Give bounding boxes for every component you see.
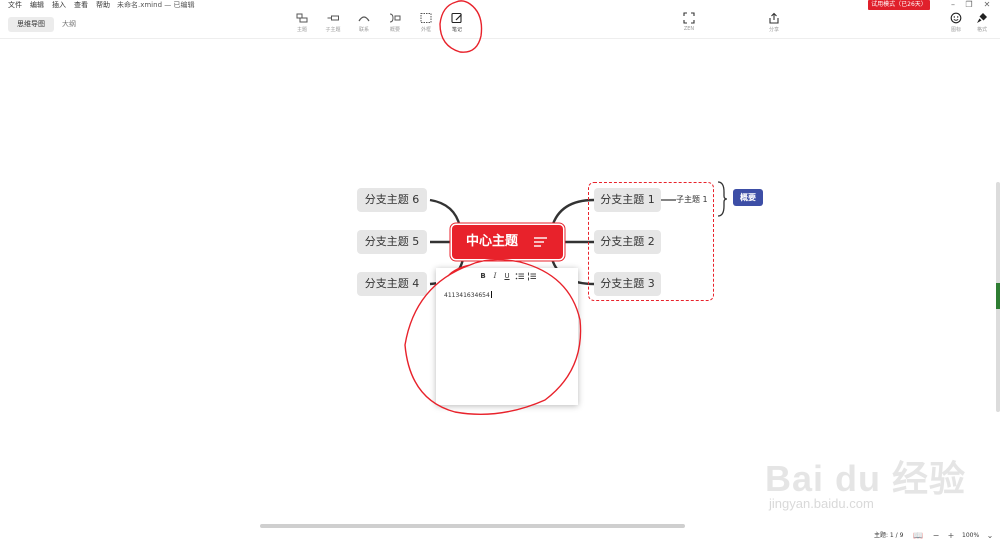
format-panel-button[interactable]: 格式	[967, 12, 997, 38]
share-button[interactable]: 分享	[759, 12, 789, 38]
zen-button[interactable]: ZEN	[674, 12, 704, 38]
branch-topic-2[interactable]: 分支主题 2	[594, 230, 661, 254]
note-indicator-icon[interactable]	[534, 236, 547, 248]
menu-edit[interactable]: 编辑	[30, 0, 44, 10]
note-edit-icon	[451, 12, 462, 24]
branch-topic-3[interactable]: 分支主题 3	[594, 272, 661, 296]
relationship-label: 联系	[358, 27, 369, 33]
menu-file[interactable]: 文件	[8, 0, 22, 10]
bullet-list-icon[interactable]	[515, 272, 525, 281]
branch-topic-4[interactable]: 分支主题 4	[357, 272, 427, 296]
emoji-icon	[950, 12, 962, 24]
subtopic-label: 子主题	[325, 27, 341, 33]
subtopic-button[interactable]: 子主题	[318, 12, 348, 38]
tab-outline[interactable]: 大纲	[62, 17, 80, 32]
branch-topic-1[interactable]: 分支主题 1	[594, 188, 661, 212]
restore-icon[interactable]: ❐	[964, 0, 974, 10]
window-title: 未命名.xmind — 已编辑	[117, 1, 195, 9]
central-topic[interactable]: 中心主题	[452, 225, 563, 259]
note-label: 笔记	[451, 27, 462, 33]
topic-label: 主题	[296, 27, 307, 33]
fullscreen-icon	[683, 12, 695, 24]
topic-count: 主题: 1 / 9	[874, 532, 904, 539]
boundary-icon	[420, 13, 432, 23]
vertical-scroll-marker	[996, 283, 1000, 309]
subtopic-1[interactable]: 子主题 1	[676, 194, 708, 205]
tab-mindmap[interactable]: 思维导图	[8, 17, 54, 32]
underline-button[interactable]: U	[502, 272, 512, 281]
note-button[interactable]: 笔记	[442, 12, 472, 38]
topic-button[interactable]: 主题	[287, 12, 317, 38]
relationship-icon	[358, 16, 370, 22]
note-editor[interactable]: B I U 411341634654	[436, 268, 578, 405]
status-bar: 主题: 1 / 9 📖 − + 100% ⌄	[0, 530, 1000, 541]
bold-button[interactable]: B	[478, 272, 488, 281]
zoom-out-icon[interactable]: −	[931, 531, 941, 540]
central-topic-label: 中心主题	[466, 234, 519, 249]
zoom-dropdown-icon[interactable]: ⌄	[985, 531, 995, 540]
format-panel-label: 格式	[976, 27, 987, 33]
note-text: 411341634654	[444, 292, 490, 299]
summary-bracket	[717, 181, 728, 217]
summary-button[interactable]: 概要	[380, 12, 410, 38]
branch-topic-6[interactable]: 分支主题 6	[357, 188, 427, 212]
share-label: 分享	[768, 27, 779, 33]
menu-help[interactable]: 帮助	[96, 0, 110, 10]
menu-bar: 文件 编辑 插入 查看 帮助 未命名.xmind — 已编辑 试用模式（已26天…	[0, 0, 1000, 10]
text-cursor	[490, 291, 492, 298]
brush-icon	[977, 13, 987, 23]
mindmap-canvas[interactable]: 分支主题 6 分支主题 5 分支主题 4 分支主题 1 分支主题 2 分支主题 …	[0, 39, 993, 523]
zoom-level[interactable]: 100%	[962, 530, 979, 541]
horizontal-scrollbar[interactable]	[260, 524, 685, 528]
book-map-icon[interactable]: 📖	[913, 531, 923, 540]
numbered-list-icon[interactable]	[527, 272, 537, 281]
menu-view[interactable]: 查看	[74, 0, 88, 10]
summary-topic[interactable]: 概要	[733, 189, 763, 206]
zoom-in-icon[interactable]: +	[946, 531, 956, 540]
zen-label: ZEN	[683, 26, 695, 32]
boundary-button[interactable]: 外框	[411, 12, 441, 38]
trial-badge[interactable]: 试用模式（已26天）	[868, 0, 930, 10]
close-icon[interactable]: ✕	[982, 0, 992, 10]
summary-label: 概要	[389, 27, 400, 33]
share-icon	[769, 12, 779, 24]
menu-insert[interactable]: 插入	[52, 0, 66, 10]
topic-icon	[296, 13, 308, 23]
subtopic-icon	[327, 15, 339, 21]
boundary-label: 外框	[420, 27, 431, 33]
summary-bracket-icon	[389, 13, 401, 23]
minimize-icon[interactable]: –	[948, 0, 958, 10]
italic-button[interactable]: I	[490, 272, 500, 281]
note-text-area[interactable]: 411341634654	[444, 291, 492, 299]
connector-branch-6	[429, 198, 462, 228]
branch-topic-5[interactable]: 分支主题 5	[357, 230, 427, 254]
relationship-button[interactable]: 联系	[349, 12, 379, 38]
